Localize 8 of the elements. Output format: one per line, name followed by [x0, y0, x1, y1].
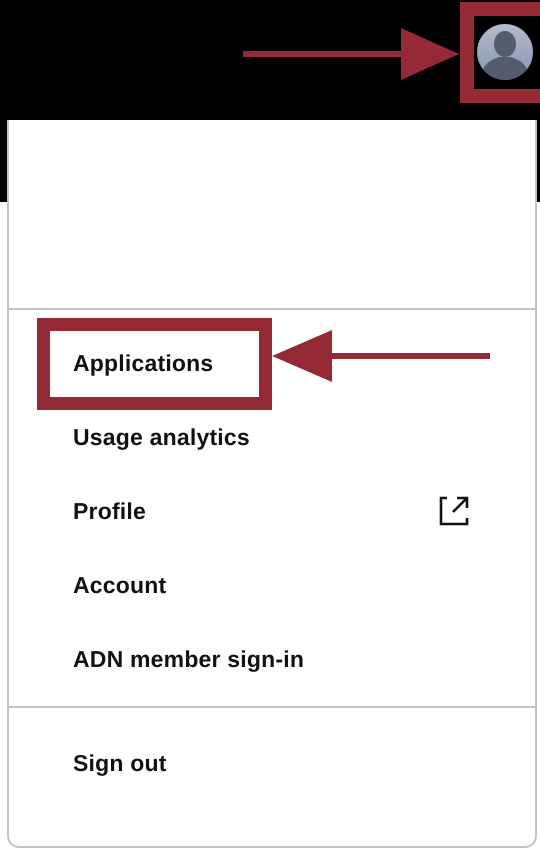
menu-item[interactable]: Sign out	[73, 750, 167, 776]
external-link-icon	[439, 496, 469, 526]
menu-item[interactable]: Profile	[73, 498, 146, 524]
menu-item[interactable]: ADN member sign-in	[73, 646, 304, 672]
menu-item[interactable]: Usage analytics	[73, 424, 250, 450]
menu-item[interactable]: Account	[73, 572, 166, 598]
menu-item[interactable]: Applications	[73, 350, 214, 376]
avatar-button[interactable]	[477, 24, 533, 80]
